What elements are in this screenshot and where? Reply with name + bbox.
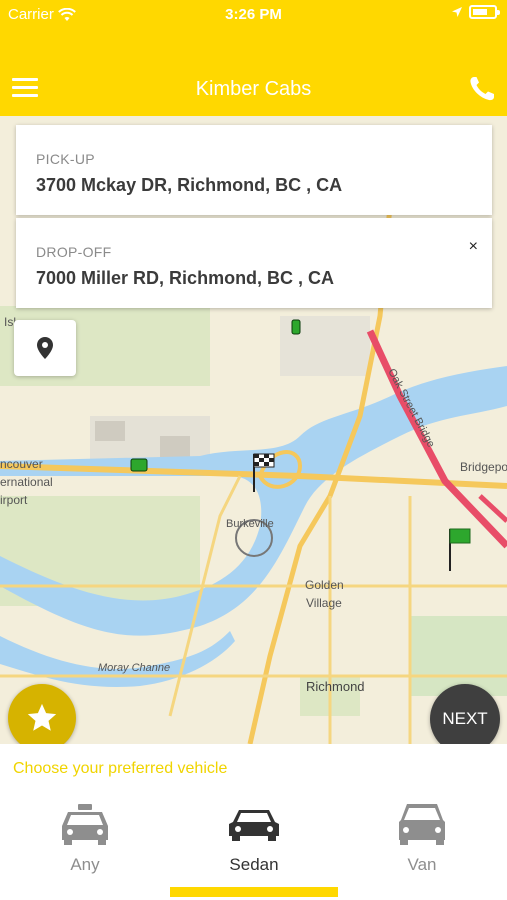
status-bar: Carrier 3:26 PM — [0, 0, 507, 28]
status-right — [451, 5, 500, 19]
pickup-label: PICK-UP — [36, 151, 95, 167]
vehicle-option-sedan[interactable]: Sedan — [194, 802, 314, 875]
van-icon — [399, 804, 445, 845]
dropoff-label: DROP-OFF — [36, 244, 112, 260]
location-arrow-icon — [452, 7, 462, 17]
map-label: Bridgepo — [460, 460, 507, 474]
map-label: irport — [0, 493, 28, 507]
car-marker-icon — [291, 319, 301, 335]
dropoff-card[interactable]: DROP-OFF 7000 Miller RD, Richmond, BC , … — [16, 218, 492, 308]
vehicle-label-any: Any — [70, 855, 100, 874]
favorites-button[interactable] — [8, 684, 76, 752]
car-marker-icon — [130, 458, 148, 472]
page-title: Kimber Cabs — [195, 78, 312, 100]
vehicle-option-any[interactable]: Any — [25, 802, 145, 875]
star-icon — [27, 703, 57, 731]
pickup-address[interactable]: 3700 Mckay DR, Richmond, BC , CA — [36, 175, 342, 196]
map-label: Burkeville — [226, 518, 274, 530]
map-label: ncouver — [0, 457, 43, 471]
pickup-card[interactable]: PICK-UP 3700 Mckay DR, Richmond, BC , CA — [16, 125, 492, 215]
map-river-south — [0, 631, 235, 687]
selected-vehicle-indicator — [170, 887, 338, 897]
current-location-button[interactable] — [14, 320, 76, 376]
map-label: Golden — [305, 578, 344, 592]
vehicle-label-van: Van — [407, 855, 437, 874]
vehicle-panel: Choose your preferred vehicle Any Sedan … — [0, 744, 507, 900]
phone-icon[interactable] — [467, 74, 497, 104]
map-label: Village — [306, 596, 342, 610]
start-flag-icon — [449, 528, 471, 571]
vehicle-label-sedan: Sedan — [229, 855, 279, 874]
clear-dropoff-button[interactable]: × — [469, 238, 478, 256]
map-label: ernational — [0, 475, 53, 489]
vehicle-prompt: Choose your preferred vehicle — [13, 760, 228, 777]
map-block — [95, 421, 125, 441]
map-pin-icon — [37, 337, 53, 359]
map-label: Richmond — [306, 679, 365, 694]
taxi-icon — [62, 804, 108, 845]
status-time: 3:26 PM — [225, 6, 282, 23]
battery-icon — [469, 5, 500, 19]
dropoff-address[interactable]: 7000 Miller RD, Richmond, BC , CA — [36, 268, 334, 289]
vehicle-option-van[interactable]: Van — [362, 802, 482, 875]
sedan-icon — [229, 810, 279, 841]
app-header: Carrier 3:26 PM Kimber Cabs — [0, 0, 507, 116]
map-label: Moray Channe — [98, 662, 170, 674]
nav-bar: Kimber Cabs — [0, 66, 507, 112]
